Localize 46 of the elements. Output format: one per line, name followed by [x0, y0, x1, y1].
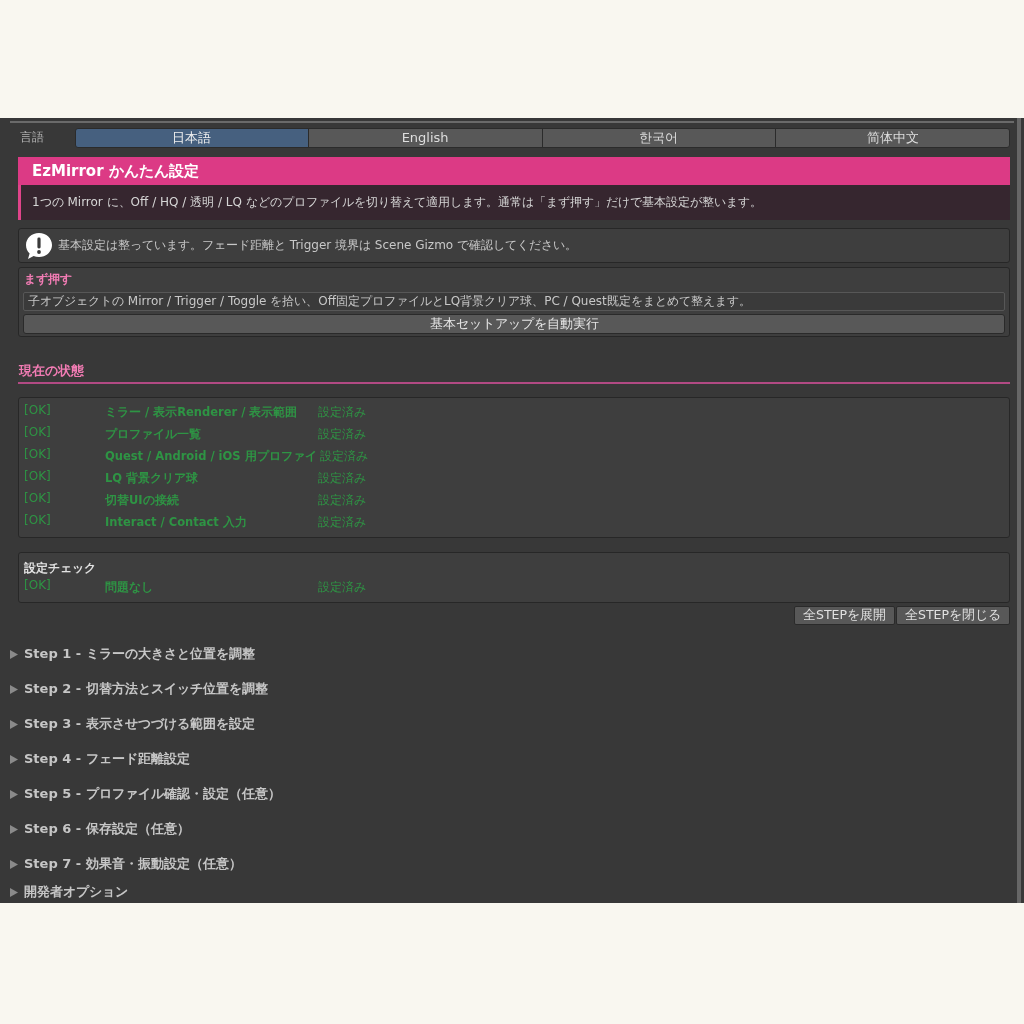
step-foldout[interactable]: Step 7 - 効果音・振動設定（任意） — [10, 853, 242, 875]
status-state: 設定済み — [318, 403, 366, 421]
language-tab[interactable]: 简体中文 — [775, 127, 1010, 148]
language-label: 言語 — [19, 129, 45, 147]
step-foldout[interactable]: 開発者オプション — [10, 881, 128, 903]
step-foldout[interactable]: Step 3 - 表示させつづける範囲を設定 — [10, 713, 255, 735]
status-label: LQ 背景クリア球 — [105, 470, 200, 486]
hint-text: 子オブジェクトの Mirror / Trigger / Toggle を拾い、Off固定プロファイルとLQ背景クリア球、PC / Quest既定をまとめて整えます。 — [28, 293, 751, 310]
title-bar: EzMirror かんたん設定 — [18, 156, 1010, 186]
notice-text: 基本設定は整っています。フェード距離と Trigger 境界は Scene Gizmo で確認してください。 — [58, 237, 577, 254]
status-code-label: [OK] — [24, 577, 52, 592]
status-code-label: [OK] — [24, 468, 52, 483]
step-foldout[interactable]: Step 1 - ミラーの大きさと位置を調整 — [10, 643, 255, 665]
scrollbar[interactable] — [1017, 118, 1021, 903]
section-heading: 現在の状態 — [19, 363, 84, 378]
step-foldout[interactable]: Step 5 - プロファイル確認・設定（任意） — [10, 783, 281, 805]
step-toggle-button[interactable]: 全STEPを閉じる — [896, 606, 1010, 625]
exclamation-bubble-icon — [25, 231, 53, 260]
status-label: プロファイル一覧 — [105, 426, 202, 442]
status-code-label: [OK] — [24, 512, 52, 527]
status-label: Quest / Android / iOS 用プロファイ — [105, 448, 318, 464]
status-label: Interact / Contact 入力 — [105, 514, 248, 530]
step-foldout[interactable]: Step 4 - フェード距離設定 — [10, 748, 190, 770]
status-label: ミラー / 表示Renderer / 表示範囲 — [105, 404, 299, 420]
language-tab[interactable]: English — [307, 127, 543, 148]
description-banner: 1つの Mirror に、Off / HQ / 透明 / LQ などのプロファイルを切り替えて適用します。通常は「まず押す」だけで基本設定が整います。 — [18, 185, 1010, 221]
status-label: 問題なし — [105, 579, 154, 595]
status-state: 設定済み — [318, 469, 366, 487]
step-foldout[interactable]: Step 2 - 切替方法とスイッチ位置を調整 — [10, 678, 268, 700]
status-state: 設定済み — [319, 447, 368, 465]
status-state: 設定済み — [318, 491, 366, 509]
status-state: 設定済み — [318, 578, 366, 596]
language-tab[interactable]: 한국어 — [541, 127, 777, 148]
status-code-label: [OK] — [24, 424, 52, 439]
language-tab[interactable]: 日本語 — [75, 127, 309, 148]
step-toggle-button[interactable]: 全STEPを展開 — [793, 606, 895, 625]
auto-setup-button[interactable]: 基本セットアップを自動実行 — [23, 314, 1005, 334]
quick-setup-title: まず押す — [23, 271, 73, 287]
status-code-label: [OK] — [24, 490, 52, 505]
status-code-label: [OK] — [24, 446, 52, 461]
status-state: 設定済み — [318, 513, 366, 531]
status-code-label: [OK] — [24, 402, 52, 417]
status-state: 設定済み — [318, 425, 366, 443]
step-foldout[interactable]: Step 6 - 保存設定（任意） — [10, 818, 190, 840]
status-label: 切替UIの接続 — [105, 492, 180, 508]
settings-check-title: 設定チェック — [24, 560, 97, 576]
